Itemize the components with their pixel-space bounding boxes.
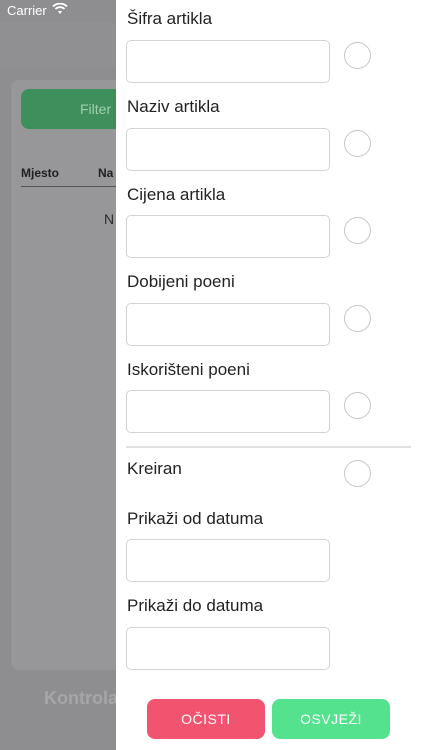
- filter-drawer: Šifra artikla Naziv artikla Cijena artik…: [116, 0, 422, 750]
- background-divider: [21, 186, 121, 187]
- item-code-radio[interactable]: [344, 42, 371, 69]
- earned-points-input[interactable]: [126, 303, 330, 346]
- item-code-input[interactable]: [126, 40, 330, 83]
- used-points-input[interactable]: [126, 390, 330, 433]
- date-to-input[interactable]: [126, 627, 330, 670]
- background-column-place: Mjesto: [21, 166, 60, 180]
- created-label: Kreiran: [127, 459, 182, 478]
- item-price-input[interactable]: [126, 215, 330, 258]
- clear-button[interactable]: OČISTI: [147, 699, 265, 739]
- item-name-label: Naziv artikla: [127, 97, 220, 116]
- background-column-name: Na: [98, 166, 114, 180]
- date-from-label: Prikaži od datuma: [127, 509, 264, 528]
- section-divider: [126, 446, 411, 448]
- background-empty-text: N: [104, 211, 115, 227]
- earned-points-label: Dobijeni poeni: [127, 272, 235, 291]
- carrier-label: Carrier: [7, 3, 47, 18]
- item-code-label: Šifra artikla: [127, 9, 213, 28]
- date-to-label: Prikaži do datuma: [127, 596, 264, 615]
- created-radio[interactable]: [344, 460, 371, 487]
- earned-points-radio[interactable]: [344, 305, 371, 332]
- refresh-button[interactable]: OSVJEŽI: [272, 699, 390, 739]
- item-price-radio[interactable]: [344, 217, 371, 244]
- item-price-label: Cijena artikla: [127, 185, 226, 204]
- item-name-radio[interactable]: [344, 130, 371, 157]
- background-filter-label: Filter: [80, 101, 112, 117]
- background-bottom-title: Kontrola: [44, 688, 118, 708]
- wifi-icon: [52, 2, 68, 18]
- date-from-input[interactable]: [126, 539, 330, 582]
- used-points-label: Iskorišteni poeni: [127, 360, 250, 379]
- used-points-radio[interactable]: [344, 392, 371, 419]
- item-name-input[interactable]: [126, 128, 330, 171]
